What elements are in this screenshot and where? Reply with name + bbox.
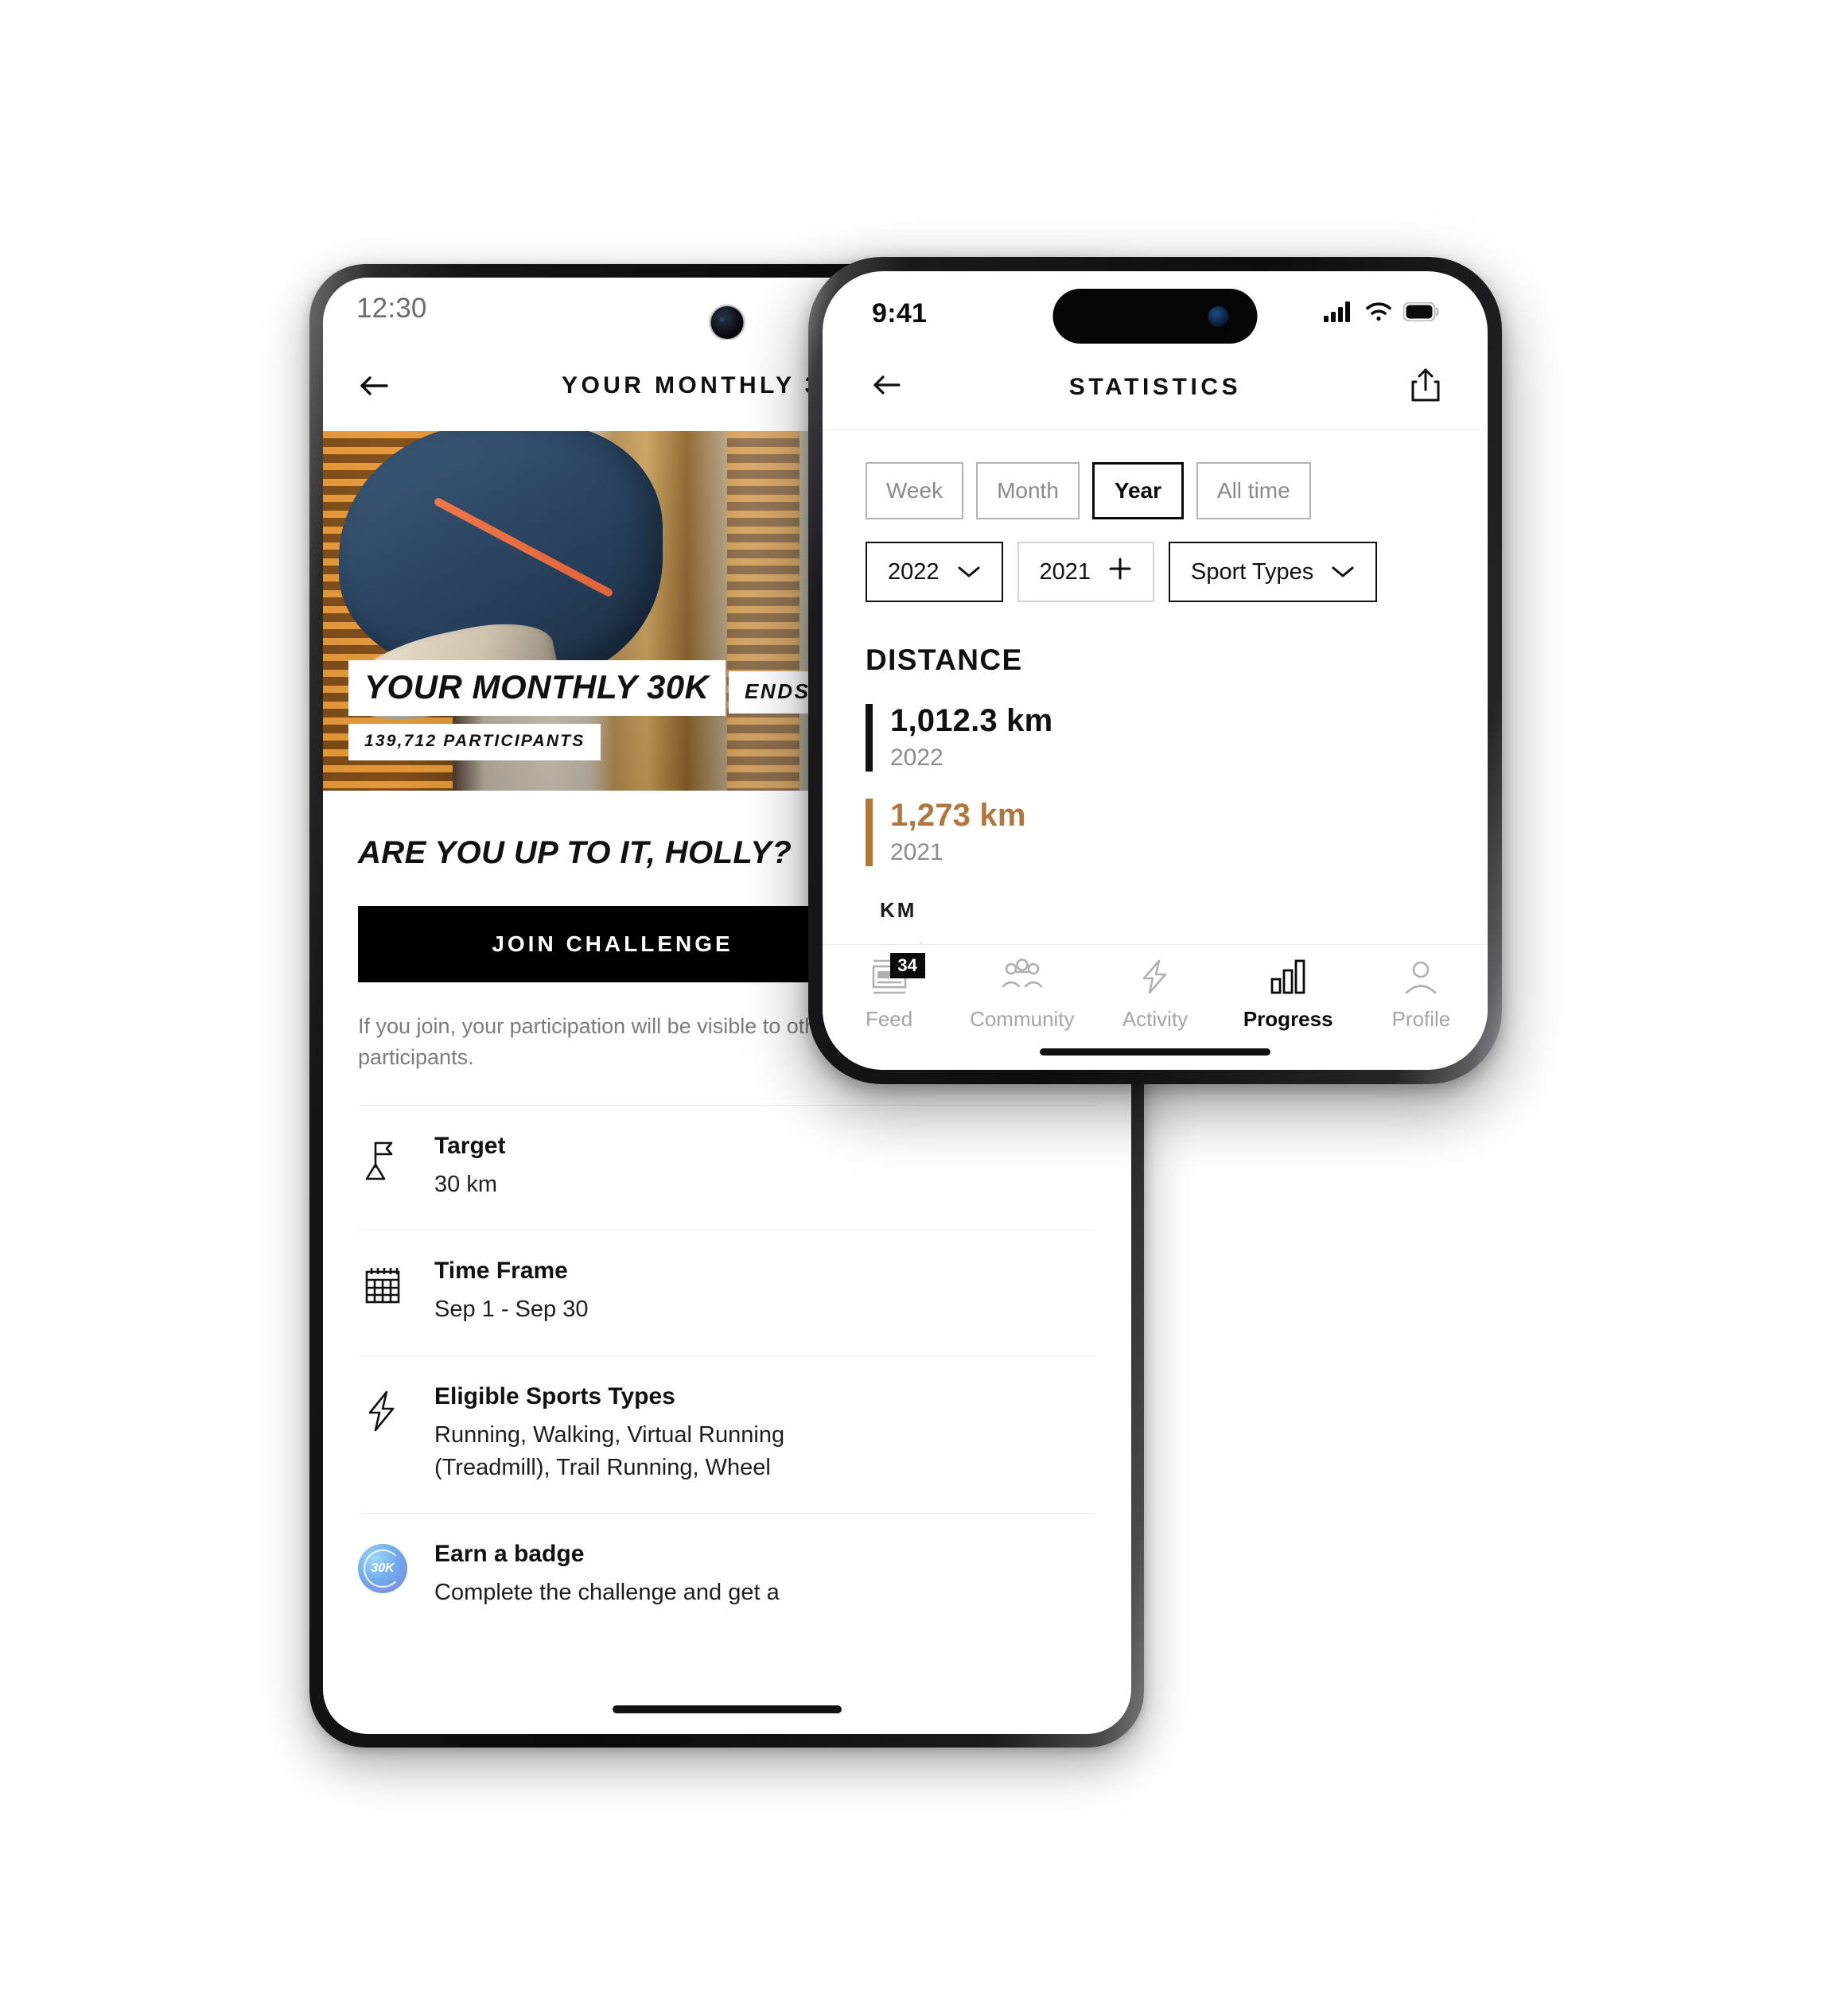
plus-icon [1108, 557, 1132, 587]
iphone-device: 9:41 STATISTICS Week Month Year All time… [808, 257, 1502, 1084]
list-item[interactable]: Time Frame Sep 1 - Sep 30 [358, 1230, 1096, 1355]
distance-previous-value: 1,273 km [890, 798, 1026, 833]
sport-types-select[interactable]: Sport Types [1169, 542, 1378, 602]
tab-profile[interactable]: Profile [1355, 958, 1488, 1032]
list-item-title: Target [434, 1133, 506, 1160]
tab-activity[interactable]: Activity [1088, 958, 1221, 1032]
year-select-2022[interactable]: 2022 [866, 542, 1003, 602]
activity-icon [1137, 958, 1173, 1000]
distance-section-heading: DISTANCE [866, 643, 1023, 676]
iphone-app-bar: STATISTICS [823, 344, 1488, 430]
camera-punch-hole-icon [710, 306, 744, 339]
range-chip-week[interactable]: Week [866, 462, 964, 519]
distance-current-stat: 1,012.3 km 2022 [866, 704, 1445, 772]
wifi-icon [1365, 301, 1392, 326]
distance-current-value: 1,012.3 km [890, 703, 1053, 738]
android-home-indicator [613, 1705, 842, 1713]
android-status-time: 12:30 [356, 293, 427, 324]
range-chip-month[interactable]: Month [976, 462, 1080, 519]
tab-community[interactable]: Community [955, 958, 1088, 1032]
tab-profile-label: Profile [1391, 1007, 1451, 1031]
range-chip-group: Week Month Year All time [866, 462, 1445, 519]
battery-icon [1403, 301, 1440, 325]
list-item-sub: 30 km [434, 1172, 497, 1198]
year-select-2022-label: 2022 [888, 558, 940, 585]
distance-previous-stat: 1,273 km 2021 [866, 799, 1445, 866]
status-icons [1324, 301, 1440, 326]
feed-badge-count: 34 [889, 953, 925, 978]
badge-30k-icon: 30K [358, 1543, 407, 1593]
distance-current-year: 2022 [890, 745, 943, 771]
filter-row: 2022 2021 Sport Types [866, 542, 1445, 602]
tab-progress[interactable]: Progress [1222, 958, 1355, 1032]
list-item-title: Earn a badge [434, 1540, 585, 1567]
tab-activity-label: Activity [1122, 1007, 1189, 1031]
page-title: STATISTICS [1068, 373, 1242, 400]
chevron-down-icon [957, 559, 981, 585]
share-icon[interactable] [1406, 364, 1445, 410]
range-chip-all-time[interactable]: All time [1196, 462, 1311, 519]
list-item[interactable]: Eligible Sports Types Running, Walking, … [358, 1355, 1096, 1513]
hero-participants: 139,712 PARTICIPANTS [348, 724, 601, 760]
feed-icon: 34 [869, 953, 925, 1000]
join-challenge-button[interactable]: JOIN CHALLENGE [358, 906, 867, 982]
chart-unit-label: KM [880, 898, 917, 922]
dynamic-island [1052, 289, 1258, 344]
list-item-title: Eligible Sports Types [434, 1382, 675, 1409]
stat-marker [866, 704, 873, 772]
badge-30k-label: 30K [358, 1543, 407, 1593]
community-icon [1000, 958, 1045, 1000]
bolt-icon [358, 1386, 407, 1436]
list-item[interactable]: Target 30 km [358, 1105, 1096, 1230]
flag-icon [358, 1136, 407, 1185]
compare-year-2021-label: 2021 [1039, 558, 1091, 585]
iphone-status-bar: 9:41 [823, 271, 1488, 344]
compare-year-2021-button[interactable]: 2021 [1017, 542, 1155, 602]
tab-feed[interactable]: 34 Feed [823, 953, 955, 1032]
arrow-left-icon[interactable] [866, 364, 907, 410]
list-item-sub: Sep 1 - Sep 30 [434, 1297, 589, 1323]
calendar-icon [358, 1261, 407, 1310]
iphone-status-time: 9:41 [872, 297, 928, 329]
iphone-screen: 9:41 STATISTICS Week Month Year All time… [823, 271, 1488, 1070]
hero-title: YOUR MONTHLY 30K [348, 660, 726, 716]
challenge-detail-list: Target 30 km Time Frame Sep 1 - Sep 30 E… [358, 1105, 1096, 1638]
list-item-title: Time Frame [434, 1258, 568, 1285]
tab-progress-label: Progress [1243, 1007, 1333, 1031]
chevron-down-icon [1331, 559, 1355, 585]
tab-feed-label: Feed [865, 1007, 913, 1031]
sport-types-label: Sport Types [1191, 558, 1314, 585]
iphone-home-indicator [1040, 1048, 1270, 1056]
signal-bars-icon [1324, 301, 1354, 326]
stat-marker [866, 799, 873, 866]
distance-previous-year: 2021 [890, 839, 943, 865]
list-item[interactable]: 30K Earn a badge Complete the challenge … [358, 1512, 1096, 1638]
progress-icon [1267, 958, 1309, 1000]
range-chip-year[interactable]: Year [1091, 462, 1184, 519]
tab-community-label: Community [970, 1007, 1075, 1031]
profile-icon [1402, 958, 1440, 1000]
list-item-sub: Running, Walking, Virtual Running (Tread… [434, 1421, 785, 1480]
list-item-sub: Complete the challenge and get a [434, 1579, 780, 1605]
